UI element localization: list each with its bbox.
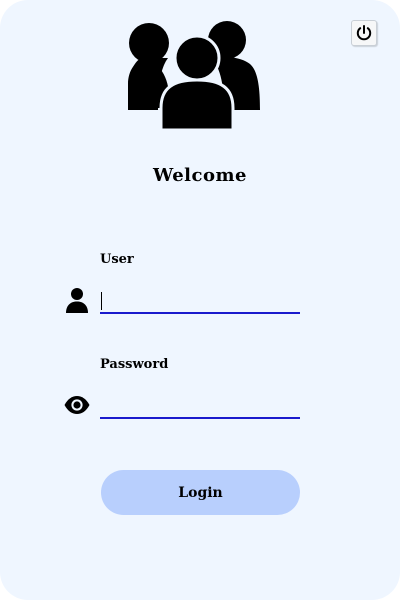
power-icon xyxy=(356,25,372,41)
login-button[interactable]: Login xyxy=(101,470,300,515)
login-panel: Welcome User Password Login xyxy=(0,0,400,600)
welcome-heading: Welcome xyxy=(152,165,247,186)
text-caret xyxy=(101,292,102,310)
user-icon xyxy=(66,288,88,313)
password-input[interactable] xyxy=(100,393,300,419)
user-input[interactable] xyxy=(100,288,300,314)
password-label: Password xyxy=(100,357,169,372)
power-button[interactable] xyxy=(351,20,377,46)
users-group-icon xyxy=(128,21,260,132)
eye-icon[interactable] xyxy=(63,391,91,419)
user-label: User xyxy=(100,252,134,267)
